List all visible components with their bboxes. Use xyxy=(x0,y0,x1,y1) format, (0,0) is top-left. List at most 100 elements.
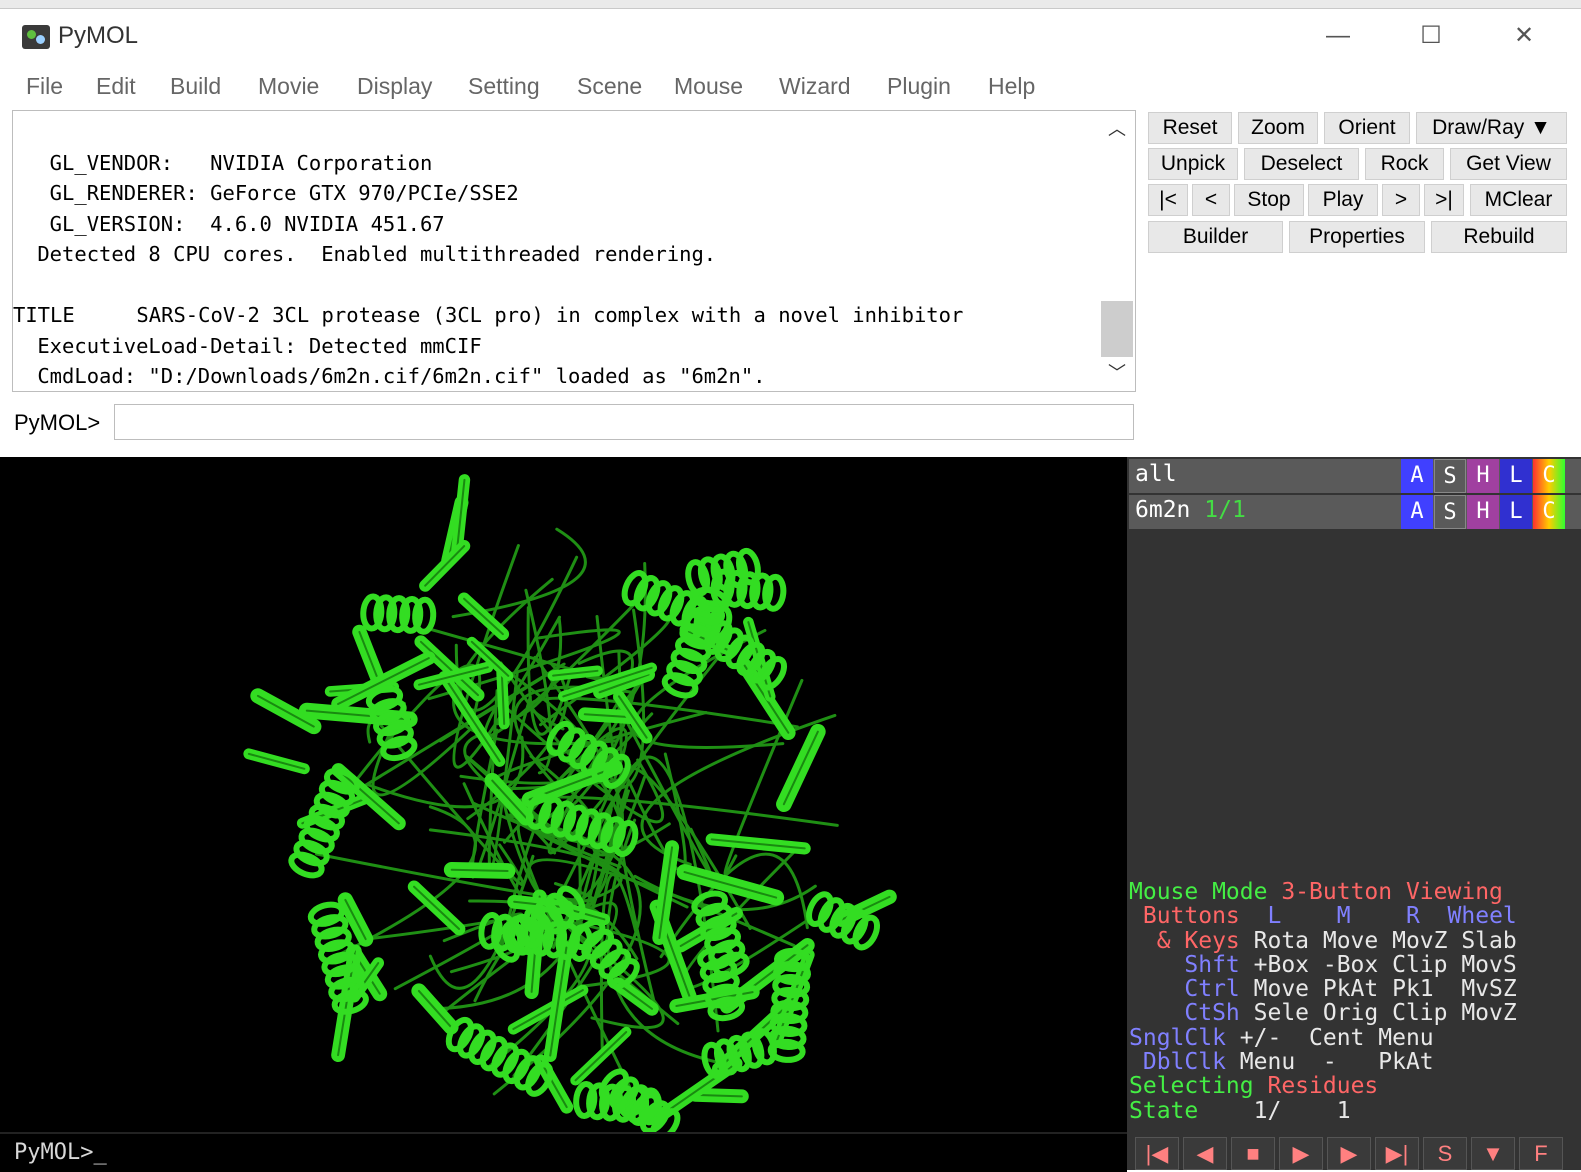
title-bar: PyMOL — ☐ ✕ xyxy=(0,0,1581,70)
console-text: GL_VENDOR: NVIDIA Corporation GL_RENDERE… xyxy=(13,117,1105,392)
deselect-button[interactable]: Deselect xyxy=(1244,148,1359,180)
menu-mouse[interactable]: Mouse xyxy=(674,73,743,100)
stop-icon[interactable]: ■ xyxy=(1231,1137,1275,1170)
console-line: GL_VENDOR: NVIDIA Corporation xyxy=(25,150,433,175)
object-panel: all A S H L C 6m2n 1/1 A S H L C Mouse M… xyxy=(1127,457,1581,1170)
show-button[interactable]: S xyxy=(1434,459,1466,493)
object-row-all[interactable]: all A S H L C xyxy=(1129,459,1581,493)
console-line: GL_RENDERER: GeForce GTX 970/PCIe/SSE2 xyxy=(25,181,519,205)
hide-button[interactable]: H xyxy=(1467,495,1499,529)
menu-wizard[interactable]: Wizard xyxy=(779,73,851,100)
minimize-button[interactable]: — xyxy=(1318,20,1358,52)
label-button[interactable]: L xyxy=(1500,459,1532,493)
mouse-mode-line: Mouse Mode 3-Button Viewing xyxy=(1129,880,1517,904)
label-button[interactable]: L xyxy=(1500,495,1532,529)
console-output[interactable]: GL_VENDOR: NVIDIA Corporation GL_RENDERE… xyxy=(12,110,1136,392)
state-line: State 1/ 1 xyxy=(1129,1099,1517,1123)
unpick-button[interactable]: Unpick xyxy=(1148,148,1238,180)
scroll-up-icon[interactable]: ︿ xyxy=(1099,117,1135,141)
play-icon[interactable]: ▶ xyxy=(1279,1137,1323,1170)
action-button[interactable]: A xyxy=(1401,495,1433,529)
double-click-actions: Menu - PkAt xyxy=(1239,1049,1434,1076)
console-line: CmdLoad: "D:/Downloads/6m2n.cif/6m2n.cif… xyxy=(25,364,766,388)
scene-icon[interactable]: S xyxy=(1423,1137,1467,1170)
builder-button[interactable]: Builder xyxy=(1148,221,1283,253)
selecting-value: Residues xyxy=(1267,1073,1379,1100)
single-click-actions: +/- Cent Menu xyxy=(1239,1024,1434,1051)
ctsh-line: CtSh Sele Orig Clip MovZ xyxy=(1129,1001,1517,1025)
back-button[interactable]: < xyxy=(1192,184,1230,216)
first-frame-icon[interactable]: |◀ xyxy=(1135,1137,1179,1170)
command-input[interactable] xyxy=(114,404,1134,440)
rewind-button[interactable]: |< xyxy=(1148,184,1188,216)
properties-button[interactable]: Properties xyxy=(1289,221,1425,253)
keys-line: & Keys Rota Move MovZ Slab xyxy=(1129,927,1517,954)
full-screen-icon[interactable]: F xyxy=(1519,1137,1563,1170)
menu-setting[interactable]: Setting xyxy=(468,73,540,100)
viewer-command-line[interactable]: PyMOL>_ xyxy=(0,1132,1127,1172)
close-button[interactable]: ✕ xyxy=(1504,20,1544,52)
color-button[interactable]: C xyxy=(1533,459,1565,493)
double-click-line: DblClk Menu - PkAt xyxy=(1129,1050,1517,1074)
orient-button[interactable]: Orient xyxy=(1324,112,1410,144)
console-line: GL_VERSION: 4.6.0 NVIDIA 451.67 xyxy=(25,211,445,236)
window-title: PyMOL xyxy=(58,22,139,49)
mouse-mode-panel: Mouse Mode 3-Button Viewing Buttons L M … xyxy=(1129,880,1517,1123)
console-line: TITLE SARS-CoV-2 3CL protease (3CL pro) … xyxy=(13,303,964,327)
ctsh-label: CtSh xyxy=(1129,1000,1254,1027)
buttons-line: Buttons L M R Wheel xyxy=(1129,904,1517,928)
previous-frame-icon[interactable]: ◀ xyxy=(1183,1137,1227,1170)
menu-scene[interactable]: Scene xyxy=(577,73,642,100)
menu-help[interactable]: Help xyxy=(988,73,1035,100)
menu-file[interactable]: File xyxy=(26,73,63,100)
playback-bar: |◀ ◀ ■ ▶ ▶ ▶| S ▼ F xyxy=(1135,1137,1581,1170)
show-button[interactable]: S xyxy=(1434,495,1466,529)
last-frame-icon[interactable]: ▶| xyxy=(1375,1137,1419,1170)
window-top-edge xyxy=(0,0,1581,9)
ctrl-line: Ctrl Move PkAt Pk1 MvSZ xyxy=(1129,977,1517,1001)
keys-actions: Rota Move MovZ Slab xyxy=(1253,927,1517,954)
color-button[interactable]: C xyxy=(1533,495,1565,529)
scroll-down-icon[interactable]: ﹀ xyxy=(1099,361,1135,385)
menu-build[interactable]: Build xyxy=(170,73,221,100)
single-click-label: SnglClk xyxy=(1129,1024,1240,1051)
forward-button[interactable]: > xyxy=(1382,184,1420,216)
scroll-thumb[interactable] xyxy=(1101,301,1133,357)
shift-line: Shft +Box -Box Clip MovS xyxy=(1129,953,1517,977)
draw-ray-button[interactable]: Draw/Ray ▼ xyxy=(1416,112,1567,144)
next-frame-icon[interactable]: ▶ xyxy=(1327,1137,1371,1170)
zoom-button[interactable]: Zoom xyxy=(1238,112,1318,144)
reset-button[interactable]: Reset xyxy=(1148,112,1232,144)
hide-button[interactable]: H xyxy=(1467,459,1499,493)
menu-plugin[interactable]: Plugin xyxy=(887,73,951,100)
stop-button[interactable]: Stop xyxy=(1234,184,1304,216)
maximize-button[interactable]: ☐ xyxy=(1411,20,1451,52)
selecting-label: Selecting xyxy=(1129,1073,1268,1100)
right-label: R xyxy=(1405,903,1420,930)
object-name: 6m2n xyxy=(1135,497,1191,523)
menu-display[interactable]: Display xyxy=(357,73,432,100)
console-line: ExecutiveLoad-Detail: Detected mmCIF xyxy=(25,333,482,358)
ctrl-actions: Move PkAt Pk1 MvSZ xyxy=(1253,976,1517,1003)
menu-edit[interactable]: Edit xyxy=(96,73,136,100)
molecular-viewer[interactable] xyxy=(0,457,1127,1132)
end-button[interactable]: >| xyxy=(1424,184,1464,216)
mclear-button[interactable]: MClear xyxy=(1470,184,1567,216)
dropdown-icon[interactable]: ▼ xyxy=(1471,1137,1515,1170)
protein-cartoon xyxy=(243,474,897,1132)
rebuild-button[interactable]: Rebuild xyxy=(1431,221,1567,253)
menu-movie[interactable]: Movie xyxy=(258,73,319,100)
object-name: all xyxy=(1135,461,1177,487)
console-scrollbar[interactable]: ︿ ﹀ xyxy=(1099,111,1135,391)
state-label: State xyxy=(1129,1097,1254,1124)
get-view-button[interactable]: Get View xyxy=(1450,148,1567,180)
selecting-line: Selecting Residues xyxy=(1129,1074,1517,1098)
action-button[interactable]: A xyxy=(1401,459,1433,493)
mouse-mode-label: Mouse Mode xyxy=(1129,879,1282,905)
play-button[interactable]: Play xyxy=(1308,184,1378,216)
object-row-6m2n[interactable]: 6m2n 1/1 A S H L C xyxy=(1129,495,1581,529)
rock-button[interactable]: Rock xyxy=(1365,148,1444,180)
keys-label: & Keys xyxy=(1129,927,1254,954)
